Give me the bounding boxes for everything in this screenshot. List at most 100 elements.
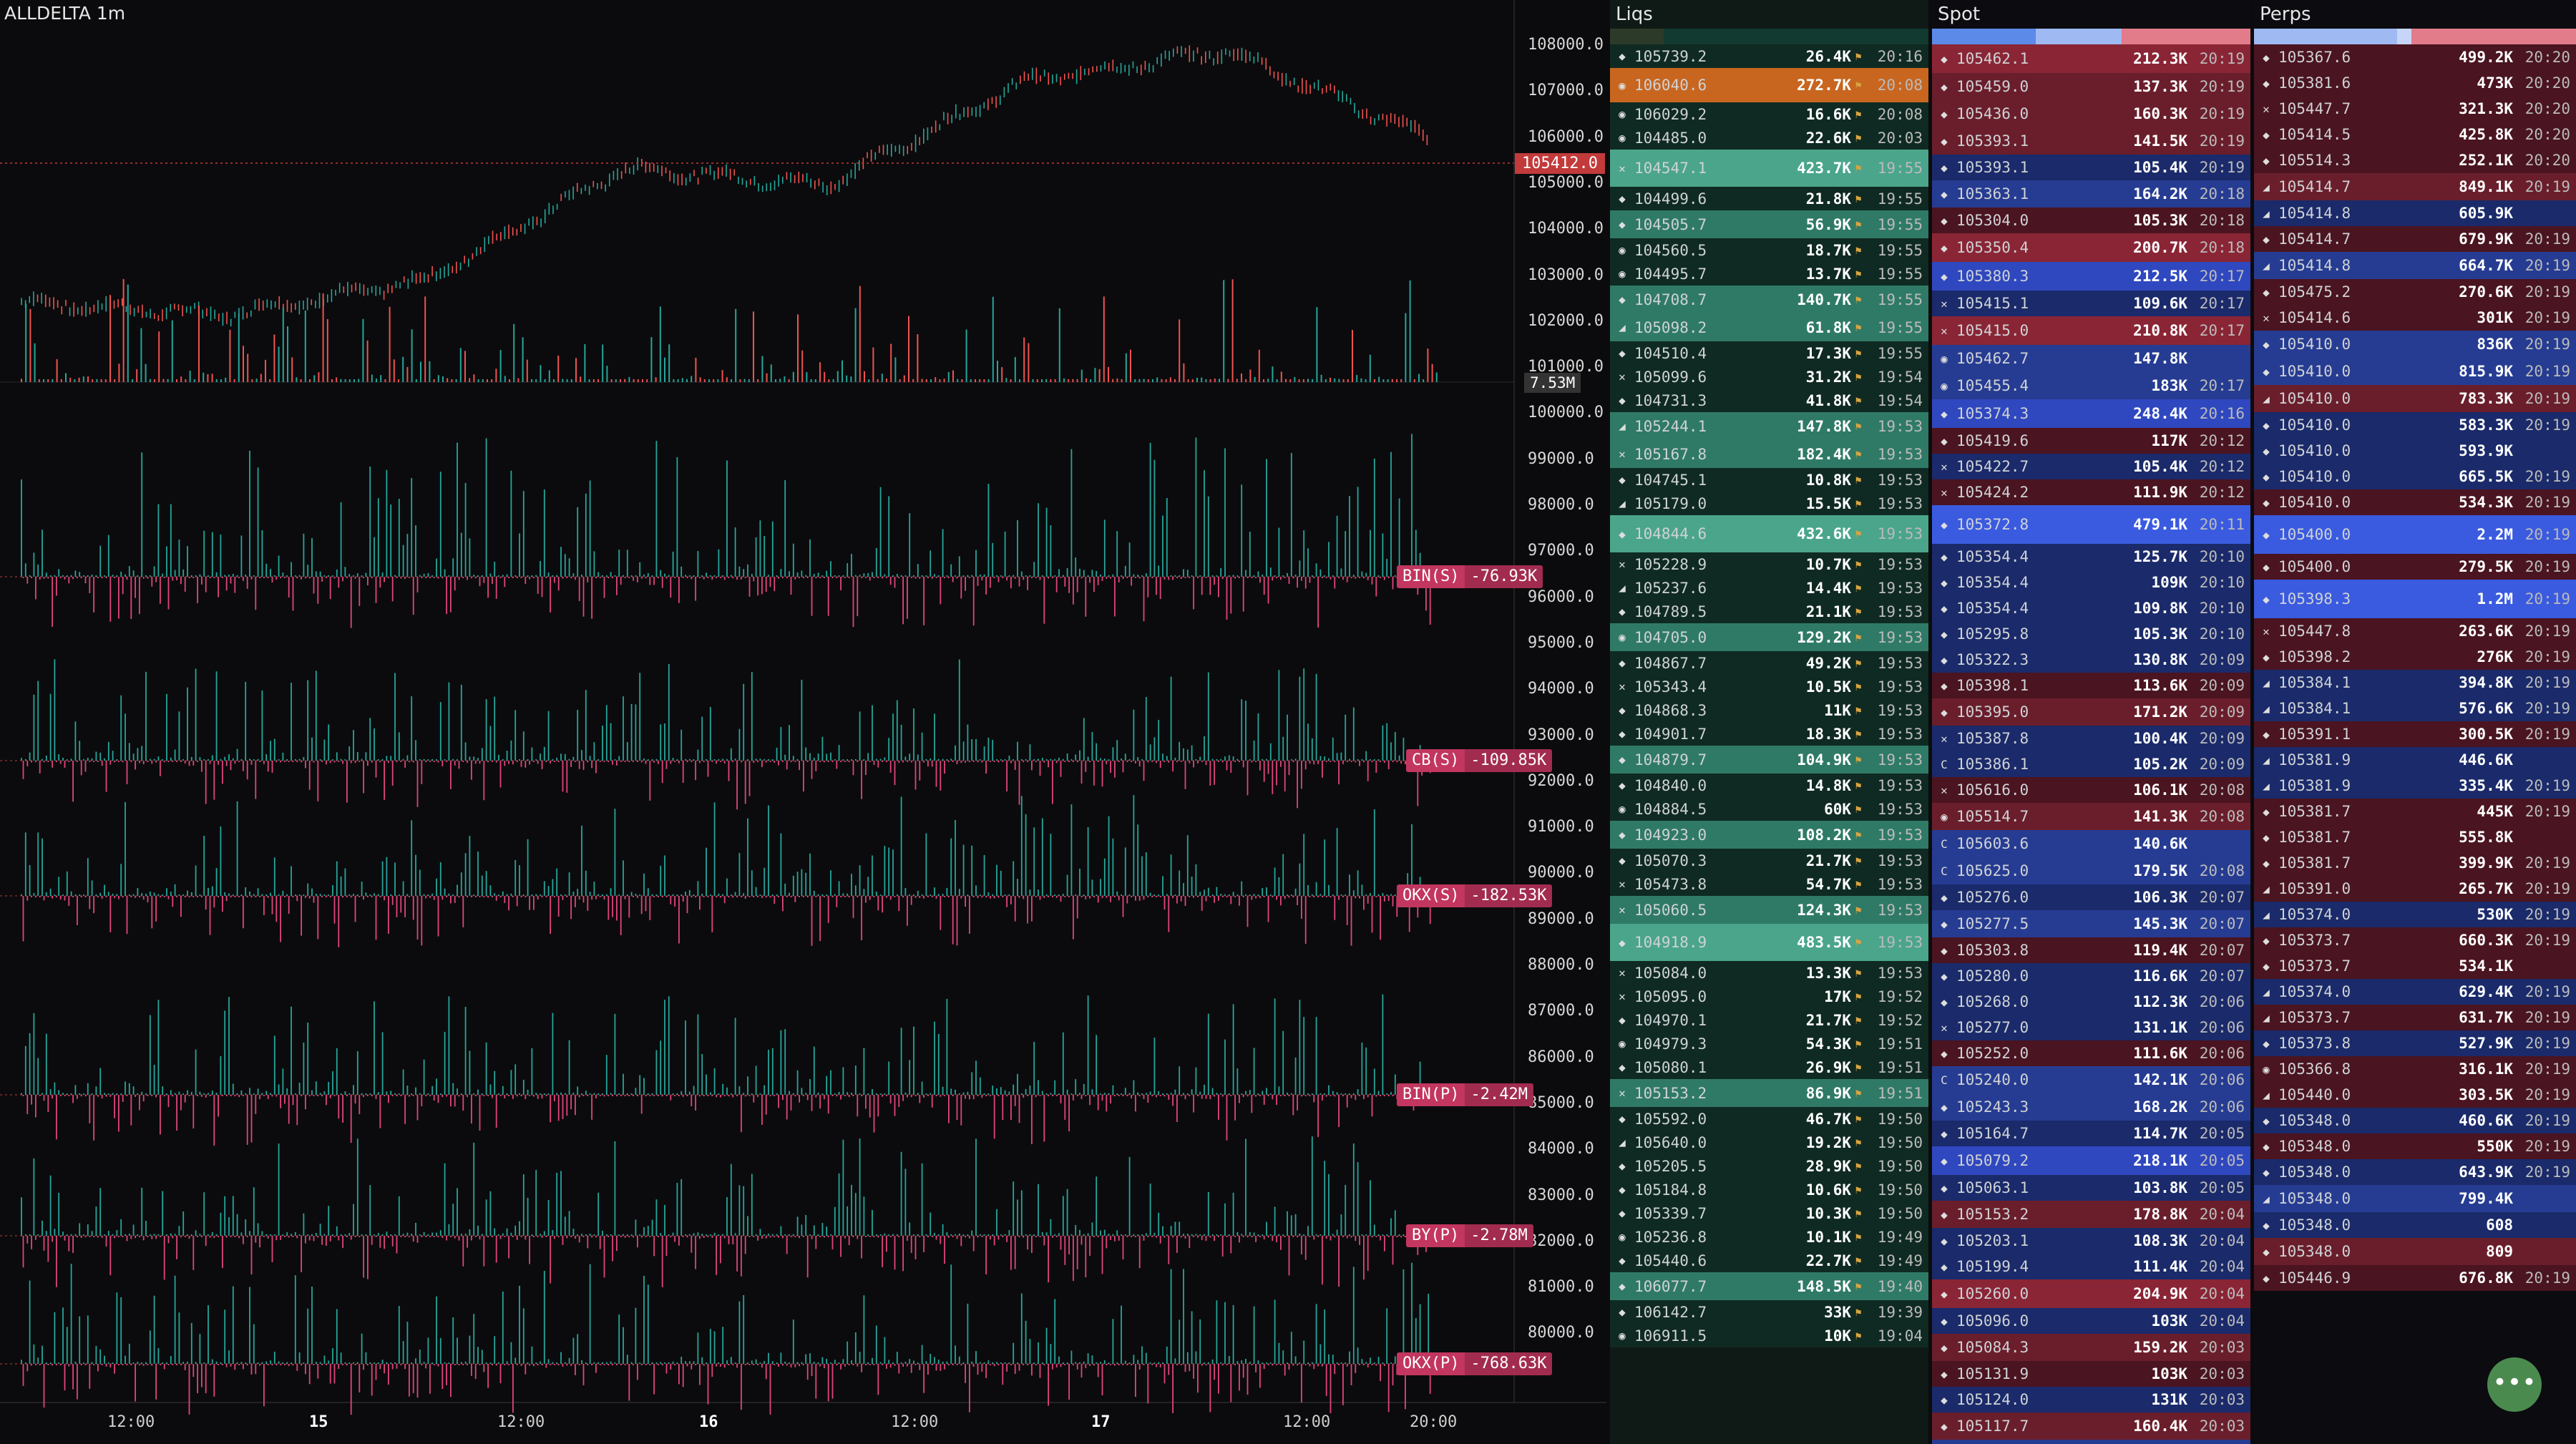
exchange-icon: ◢ — [1619, 321, 1626, 334]
liq-row[interactable]: ◆ 104708.7 140.7K ⚑ 19:55 — [1610, 286, 1928, 313]
price: 105228.9 — [1634, 555, 1707, 573]
time: 20:08 — [1877, 105, 1923, 123]
unit-icon: ⚑ — [1855, 630, 1862, 644]
series-badge-value: -182.53K — [1465, 884, 1553, 907]
price: 105343.4 — [1634, 678, 1707, 696]
y-axis-tick: 94000.0 — [1528, 680, 1594, 698]
series-badge-name: BY(P) — [1406, 1224, 1465, 1247]
price: 104731.3 — [1634, 391, 1707, 409]
amount: 49.2K — [1805, 654, 1851, 672]
y-axis-tick: 107000.0 — [1528, 82, 1604, 100]
amount: 26.4K — [1805, 47, 1851, 65]
liq-row[interactable]: ◆ 104499.6 21.8K ⚑ 19:55 — [1610, 187, 1928, 210]
unit-icon: ⚑ — [1855, 605, 1862, 618]
liq-row[interactable]: ◆ 104789.5 21.1K ⚑ 19:53 — [1610, 600, 1928, 623]
time: 19:53 — [1877, 751, 1923, 769]
price: 105739.2 — [1634, 47, 1707, 65]
series-badge: BIN(P) -2.42M — [1397, 1083, 1534, 1106]
liq-row[interactable]: ◆ 104868.3 11K ⚑ 19:53 — [1610, 698, 1928, 722]
chart-canvas[interactable] — [0, 0, 1606, 1444]
price: 104495.7 — [1634, 265, 1707, 283]
y-axis-tick: 81000.0 — [1528, 1278, 1594, 1297]
amount: 140.7K — [1797, 291, 1851, 308]
time: 19:55 — [1877, 190, 1923, 208]
time: 19:55 — [1877, 160, 1923, 177]
price: 104844.6 — [1634, 525, 1707, 542]
time: 19:53 — [1877, 725, 1923, 743]
liq-row[interactable]: ◆ 104745.1 10.8K ⚑ 19:53 — [1610, 468, 1928, 492]
price: 104708.7 — [1634, 291, 1707, 308]
price: 104705.0 — [1634, 628, 1707, 646]
liq-row[interactable]: ✕ 105343.4 10.5K ⚑ 19:53 — [1610, 675, 1928, 698]
liq-row[interactable]: ◆ 104879.7 104.9K ⚑ 19:53 — [1610, 746, 1928, 774]
liqs-panel[interactable]: Liqs ◆ 105739.2 26.4K ⚑ 20:16 ◉ 106040.6 272.7K… — [1610, 0, 1928, 1444]
amount: 61.8K — [1805, 318, 1851, 336]
exchange-icon: ◆ — [1619, 779, 1626, 792]
liq-row[interactable]: ◆ 104901.7 18.3K ⚑ 19:53 — [1610, 722, 1928, 746]
unit-icon: ⚑ — [1855, 49, 1862, 63]
price: 105167.8 — [1634, 445, 1707, 463]
liq-row[interactable]: ◉ 106029.2 16.6K ⚑ 20:08 — [1610, 102, 1928, 126]
y-axis-tick: 103000.0 — [1528, 265, 1604, 284]
liq-row[interactable]: ◢ 105244.1 147.8K ⚑ 19:53 — [1610, 412, 1928, 440]
liq-row[interactable]: ◉ 104560.5 18.7K ⚑ 19:55 — [1610, 238, 1928, 262]
liq-row[interactable]: ◆ 104505.7 56.9K ⚑ 19:55 — [1610, 210, 1928, 238]
liq-row[interactable]: ◢ 105098.2 61.8K ⚑ 19:55 — [1610, 313, 1928, 341]
y-axis-tick: 102000.0 — [1528, 311, 1604, 330]
liq-row[interactable]: ◉ 104705.0 129.2K ⚑ 19:53 — [1610, 623, 1928, 651]
y-axis-tick: 98000.0 — [1528, 496, 1594, 514]
liq-row[interactable]: ◆ 104731.3 41.8K ⚑ 19:54 — [1610, 389, 1928, 412]
liq-row[interactable]: ✕ 105228.9 10.7K ⚑ 19:53 — [1610, 552, 1928, 576]
exchange-icon: ◆ — [1619, 293, 1626, 306]
exchange-icon: ◉ — [1619, 267, 1626, 280]
y-axis-tick: 86000.0 — [1528, 1048, 1594, 1066]
liqs-list[interactable]: ◆ 105739.2 26.4K ⚑ 20:16 ◉ 106040.6 272.7K ⚑ 20:0… — [1610, 44, 1928, 1347]
liq-row[interactable]: ◢ 105237.6 14.4K ⚑ 19:53 — [1610, 576, 1928, 600]
liq-row[interactable]: ◆ 104840.0 14.8K ⚑ 19:53 — [1610, 774, 1928, 797]
liq-row[interactable]: ◢ 105179.0 15.5K ⚑ 19:53 — [1610, 492, 1928, 515]
y-axis-tick: 83000.0 — [1528, 1186, 1594, 1204]
liq-row[interactable]: ✕ 105167.8 182.4K ⚑ 19:53 — [1610, 440, 1928, 468]
x-axis-tick: 12:00 — [891, 1413, 939, 1431]
exchange-icon: ◆ — [1619, 605, 1626, 618]
liq-row[interactable]: ✕ 104547.1 423.7K ⚑ 19:55 — [1610, 150, 1928, 187]
y-axis-tick: 105000.0 — [1528, 173, 1604, 192]
y-axis-tick: 82000.0 — [1528, 1231, 1594, 1250]
exchange-icon: ◆ — [1619, 703, 1626, 717]
exchange-icon: ✕ — [1619, 370, 1626, 384]
amount: 31.2K — [1805, 368, 1851, 386]
chart-title[interactable]: ALLDELTA 1m — [4, 3, 125, 24]
series-badge-name: OKX(P) — [1397, 1352, 1465, 1375]
series-badge-name: OKX(S) — [1397, 884, 1465, 907]
series-badge: OKX(P) -768.63K — [1397, 1352, 1553, 1375]
liq-row[interactable]: ◆ 105739.2 26.4K ⚑ 20:16 — [1610, 44, 1928, 68]
price: 104867.7 — [1634, 654, 1707, 672]
amount: 10.5K — [1805, 678, 1851, 696]
liq-row[interactable]: ◆ 104510.4 17.3K ⚑ 19:55 — [1610, 341, 1928, 365]
liq-row[interactable]: ✕ 105099.6 31.2K ⚑ 19:54 — [1610, 365, 1928, 389]
unit-icon: ⚑ — [1855, 293, 1862, 306]
chart-area[interactable]: ALLDELTA 1m 108000.0 107000.0 106000.0 1050… — [0, 0, 1606, 1444]
amount: 15.5K — [1805, 494, 1851, 512]
unit-icon: ⚑ — [1855, 680, 1862, 693]
liq-row[interactable]: ◆ 104867.7 49.2K ⚑ 19:53 — [1610, 651, 1928, 675]
series-badge: CB(S) -109.85K — [1406, 749, 1553, 772]
y-axis-tick: 89000.0 — [1528, 909, 1594, 928]
x-axis-tick: 12:00 — [1283, 1413, 1331, 1431]
price: 104505.7 — [1634, 215, 1707, 233]
liqs-title[interactable]: Liqs — [1610, 0, 1928, 29]
unit-icon: ⚑ — [1855, 346, 1862, 360]
price: 105098.2 — [1634, 318, 1707, 336]
time: 19:55 — [1877, 318, 1923, 336]
liq-row[interactable]: ◆ 104844.6 432.6K ⚑ 19:53 — [1610, 515, 1928, 552]
amount: 182.4K — [1797, 445, 1851, 463]
unit-icon: ⚑ — [1855, 497, 1862, 510]
time: 19:53 — [1877, 654, 1923, 672]
liq-row[interactable]: ◉ 106040.6 272.7K ⚑ 20:08 — [1610, 68, 1928, 102]
liq-row[interactable]: ◉ 104495.7 13.7K ⚑ 19:55 — [1610, 262, 1928, 286]
series-badge-name: BIN(P) — [1397, 1083, 1465, 1106]
unit-icon: ⚑ — [1855, 656, 1862, 670]
price: 104510.4 — [1634, 344, 1707, 362]
price: 104901.7 — [1634, 725, 1707, 743]
liq-row[interactable]: ◉ 104485.0 22.6K ⚑ 20:03 — [1610, 126, 1928, 150]
